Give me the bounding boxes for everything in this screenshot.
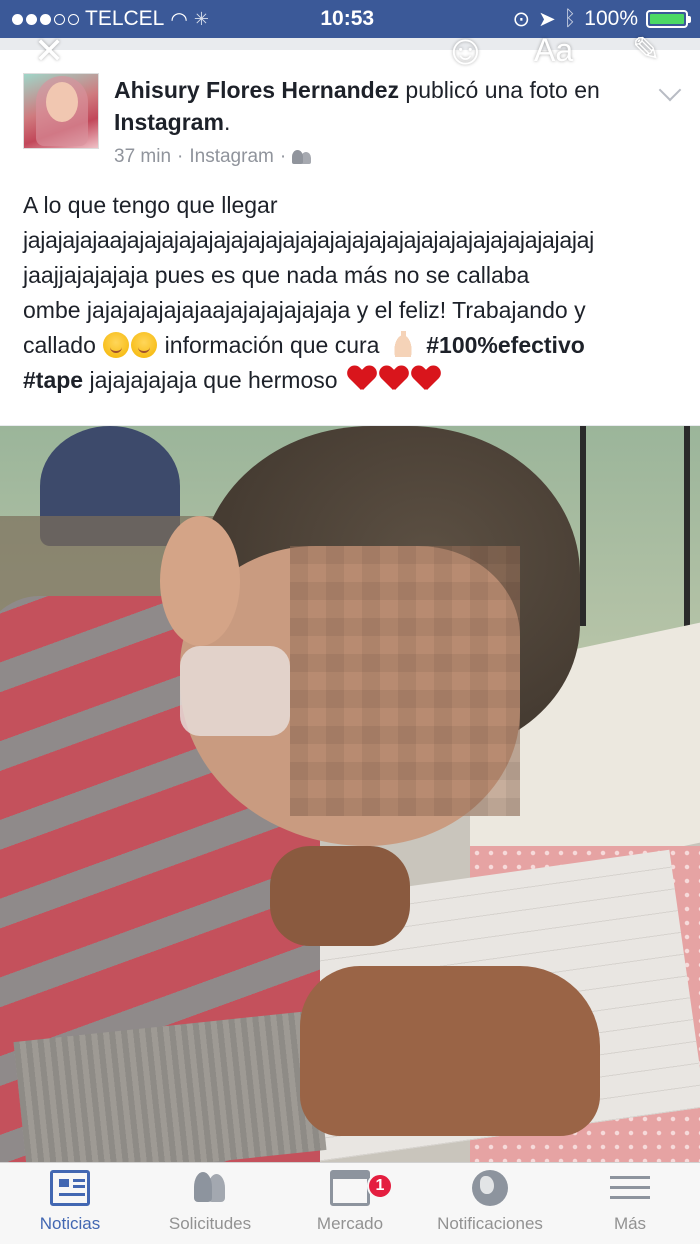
post-line: ombe jajajajajajajaajajajajajajaja y el … — [23, 297, 586, 323]
tab-label: Mercado — [316, 1214, 384, 1233]
status-right-group: ⊙ ➤ ᛒ 100% — [512, 7, 691, 32]
tab-label: Más — [613, 1214, 647, 1233]
friend-requests-icon — [190, 1170, 230, 1206]
post-text: A lo que tengo que llegar jajajajajaajaj… — [23, 188, 683, 398]
photo-background-chair — [580, 426, 690, 626]
chevron-down-icon[interactable] — [658, 78, 682, 102]
battery-icon — [646, 10, 691, 28]
post-photo[interactable] — [0, 426, 700, 1162]
post-action: publicó una foto en — [405, 77, 600, 103]
rotation-lock-icon: ⊙ — [512, 7, 531, 31]
post-meta: 37 min · Instagram · — [114, 146, 312, 168]
menu-icon — [610, 1170, 650, 1206]
photo-hand — [270, 846, 410, 946]
globe-icon — [472, 1170, 508, 1206]
bottom-tab-bar: Noticias Solicitudes 1 Mercado Notificac… — [0, 1162, 700, 1244]
text-tool-icon[interactable]: Aa — [534, 32, 573, 69]
carrier-name: TELCEL — [85, 7, 165, 30]
post-line: jaajjajajajaja pues es que nada más no s… — [23, 262, 530, 288]
close-icon[interactable]: ✕ — [34, 30, 64, 72]
news-feed-icon — [50, 1170, 90, 1206]
post-card: Ahisury Flores Hernandez publicó una fot… — [0, 50, 700, 425]
tab-label: Noticias — [39, 1214, 101, 1233]
post-time[interactable]: 37 min — [114, 146, 171, 168]
pen-tool-icon[interactable]: ✎ — [632, 30, 661, 70]
meta-separator: · — [177, 146, 184, 167]
tab-solicitudes[interactable]: Solicitudes — [140, 1163, 280, 1244]
hashtag-link[interactable]: #tape — [23, 367, 83, 393]
post-text-info: información que cura — [164, 332, 380, 358]
post-source[interactable]: Instagram — [114, 109, 224, 135]
meta-separator: · — [279, 146, 287, 167]
tab-mas[interactable]: Más — [560, 1163, 700, 1244]
heart-emoji-icon — [380, 366, 408, 392]
post-header: Ahisury Flores Hernandez publicó una fot… — [114, 77, 600, 135]
post-line: jajajajajaajajajajajajajajajajajajajajaj… — [23, 227, 594, 253]
heart-emoji-icon — [348, 366, 376, 392]
location-icon: ➤ — [538, 7, 556, 31]
wifi-icon: ◠ — [170, 8, 188, 31]
photo-tape — [180, 646, 290, 736]
hashtag-link[interactable]: #100%efectivo — [426, 332, 585, 358]
friends-privacy-icon[interactable] — [292, 150, 312, 164]
post-line: #tape jajajajajaja que hermoso — [23, 363, 683, 398]
battery-percent: 100% — [584, 7, 638, 30]
post-text-callado: callado — [23, 332, 96, 358]
relieved-emoji-icon — [103, 332, 130, 358]
heart-emoji-icon — [412, 366, 440, 392]
marketplace-icon: 1 — [330, 1170, 393, 1206]
author-name[interactable]: Ahisury Flores Hernandez — [114, 77, 399, 103]
photo-pixelated-face — [290, 546, 520, 816]
status-time: 10:53 — [320, 7, 375, 30]
loading-icon: ✳ — [193, 8, 209, 29]
post-text-end: jajajajajaja que hermoso — [89, 367, 338, 393]
emoji-sticker-icon[interactable]: ☺ — [444, 26, 487, 74]
tab-label: Notificaciones — [437, 1214, 543, 1233]
post-line: A lo que tengo que llegar — [23, 192, 278, 218]
post-via[interactable]: Instagram — [189, 146, 273, 168]
tab-label: Solicitudes — [168, 1214, 252, 1233]
avatar[interactable] — [23, 73, 99, 149]
photo-hand — [300, 966, 600, 1136]
relieved-emoji-icon — [131, 332, 158, 358]
notification-badge: 1 — [367, 1173, 393, 1199]
signal-strength-icon — [12, 13, 79, 25]
photo-ear — [160, 516, 240, 646]
carrier-group: TELCEL ◠ ✳ — [12, 7, 272, 32]
status-bar: TELCEL ◠ ✳ 10:53 ⊙ ➤ ᛒ 100% — [0, 0, 700, 38]
tab-notificaciones[interactable]: Notificaciones — [420, 1163, 560, 1244]
pointing-up-emoji-icon — [391, 331, 414, 357]
tab-noticias[interactable]: Noticias — [0, 1163, 140, 1244]
post-line: callado información que cura #100%efecti… — [23, 328, 683, 363]
tab-mercado[interactable]: 1 Mercado — [280, 1163, 420, 1244]
bluetooth-icon: ᛒ — [563, 7, 577, 30]
